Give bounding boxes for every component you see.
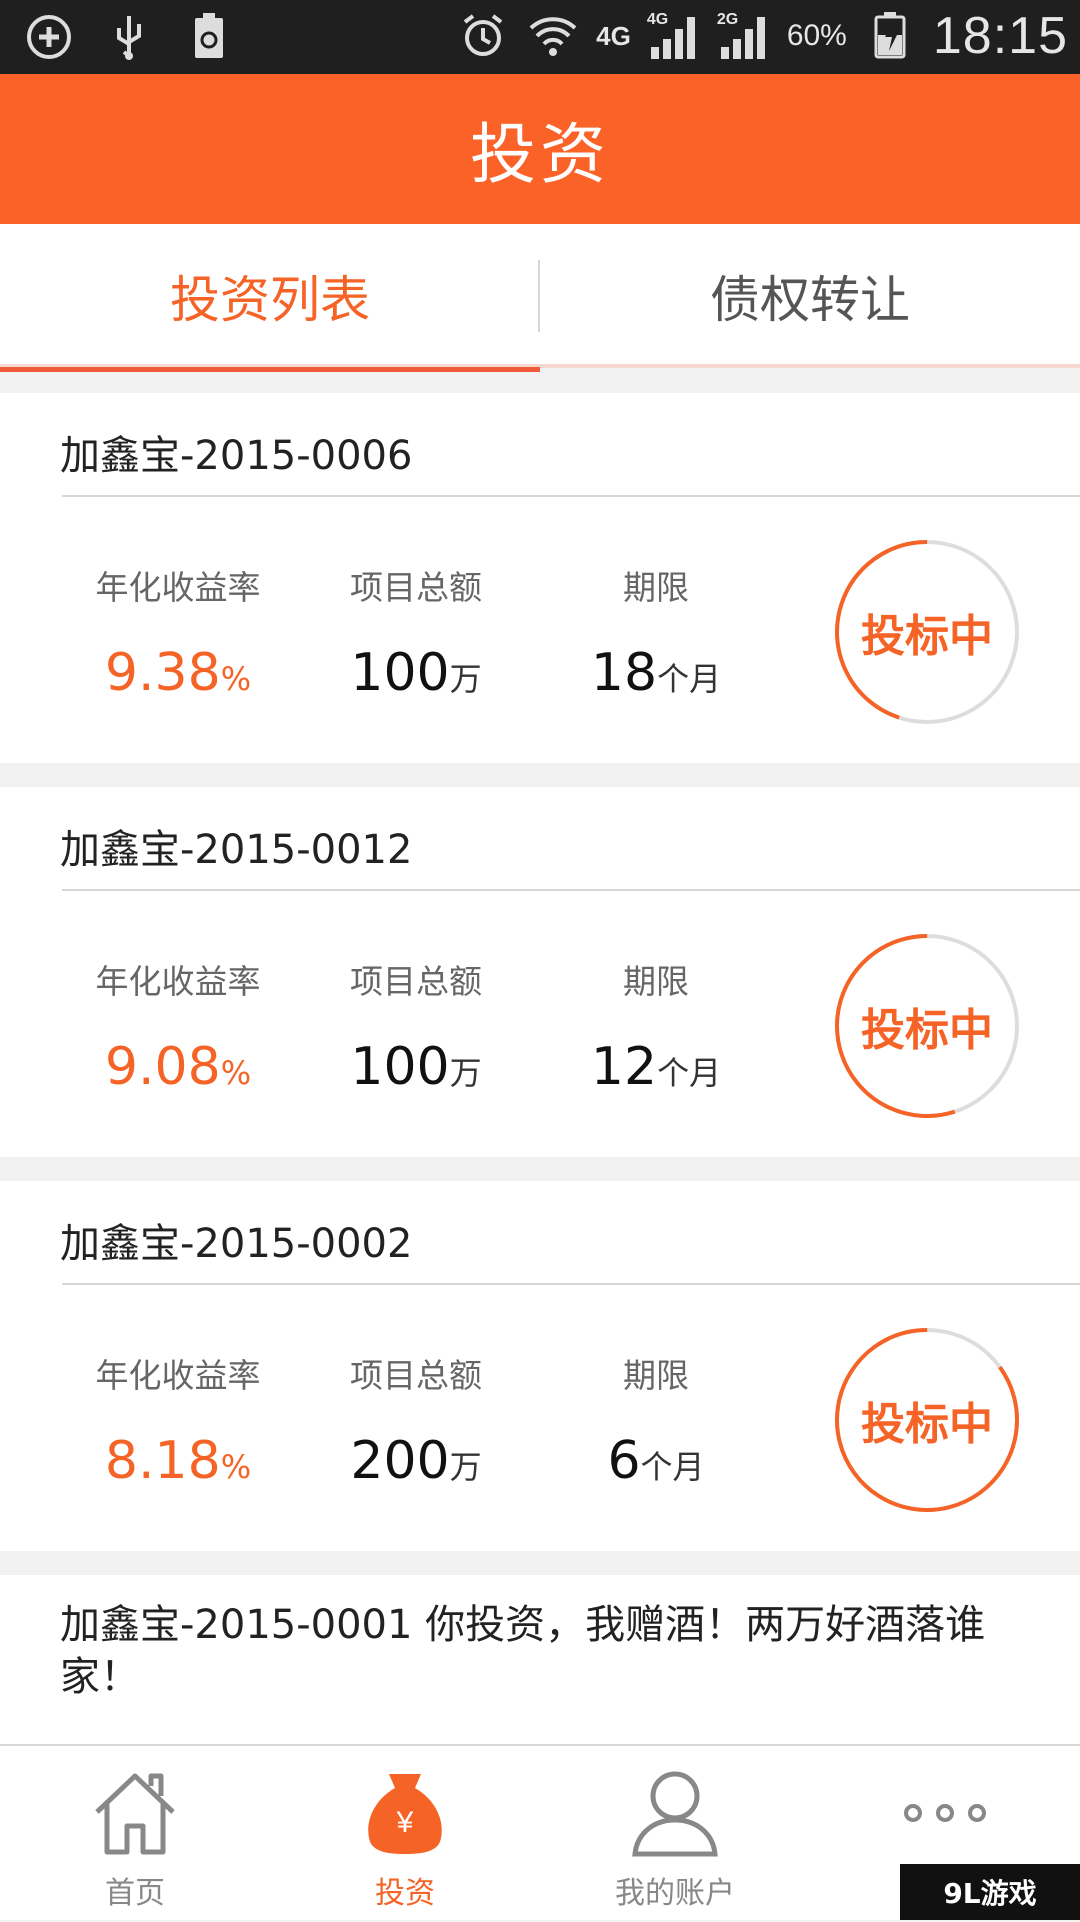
rate-column: 年化收益率 8.18% bbox=[78, 1349, 278, 1491]
amount-label: 项目总额 bbox=[350, 568, 482, 607]
term-label: 期限 bbox=[623, 568, 689, 607]
rate-value: 8.18% bbox=[78, 1431, 278, 1491]
bid-status-label: 投标中 bbox=[861, 611, 993, 662]
watermark: 9L游戏 bbox=[900, 1864, 1080, 1920]
app-header: 投资 bbox=[0, 74, 1080, 224]
card-divider bbox=[62, 495, 1080, 497]
project-list: 加鑫宝-2015-0006 年化收益率 9.38% 项目总额 100万 期限 1… bbox=[0, 393, 1080, 1755]
bid-status-label: 投标中 bbox=[861, 1399, 993, 1450]
rate-label: 年化收益率 bbox=[95, 962, 261, 1001]
amount-label: 项目总额 bbox=[350, 962, 482, 1001]
term-label: 期限 bbox=[623, 1356, 689, 1395]
project-card[interactable]: 加鑫宝-2015-0012 年化收益率 9.08% 项目总额 100万 期限 1… bbox=[0, 787, 1080, 1157]
project-card[interactable]: 加鑫宝-2015-0001 你投资，我赠酒！两万好酒落谁家！ bbox=[0, 1575, 1080, 1755]
battery-charging-icon bbox=[863, 9, 917, 63]
signal-2g-icon: 2G bbox=[717, 11, 771, 61]
nav-invest[interactable]: ¥ 投资 bbox=[270, 1746, 540, 1922]
wifi-icon bbox=[526, 9, 580, 63]
nav-account[interactable]: 我的账户 bbox=[540, 1746, 810, 1922]
project-title: 加鑫宝-2015-0006 bbox=[60, 433, 413, 479]
signal-2g-label: 2G bbox=[716, 11, 739, 28]
home-icon bbox=[85, 1768, 185, 1858]
term-value: 18个月 bbox=[566, 643, 746, 703]
tab-debt-transfer[interactable]: 债权转让 bbox=[540, 224, 1080, 368]
rate-unit: % bbox=[220, 660, 252, 698]
card-divider bbox=[62, 1283, 1080, 1285]
term-label: 期限 bbox=[623, 962, 689, 1001]
rate-label: 年化收益率 bbox=[95, 1356, 261, 1395]
nav-invest-label: 投资 bbox=[375, 1876, 435, 1911]
tab-investment-list[interactable]: 投资列表 bbox=[0, 224, 540, 372]
tab-bar: 投资列表 债权转让 bbox=[0, 224, 1080, 372]
svg-text:¥: ¥ bbox=[396, 1806, 414, 1839]
nav-home[interactable]: 首页 bbox=[0, 1746, 270, 1922]
rate-label: 年化收益率 bbox=[95, 568, 261, 607]
bottom-nav: 首页 ¥ 投资 我的账户 更 9L游戏 bbox=[0, 1744, 1080, 1920]
rate-number: 9.08 bbox=[104, 1037, 221, 1097]
network-type: 4G bbox=[596, 20, 631, 51]
amount-column: 项目总额 100万 bbox=[326, 561, 506, 703]
alarm-icon bbox=[456, 9, 510, 63]
usb-icon bbox=[102, 10, 156, 64]
status-bar: 4G 4G 2G 60% 18:15 bbox=[0, 0, 1080, 74]
amount-number: 200 bbox=[350, 1431, 450, 1491]
amount-value: 200万 bbox=[326, 1431, 506, 1491]
term-number: 18 bbox=[590, 643, 658, 703]
amount-number: 100 bbox=[350, 1037, 450, 1097]
term-value: 12个月 bbox=[566, 1037, 746, 1097]
amount-value: 100万 bbox=[326, 643, 506, 703]
term-number: 6 bbox=[607, 1431, 641, 1491]
term-number: 12 bbox=[590, 1037, 658, 1097]
term-value: 6个月 bbox=[566, 1431, 746, 1491]
rate-unit: % bbox=[220, 1054, 252, 1092]
page-title: 投资 bbox=[470, 116, 610, 193]
amount-label: 项目总额 bbox=[350, 1356, 482, 1395]
amount-unit: 万 bbox=[449, 1448, 482, 1486]
amount-column: 项目总额 200万 bbox=[326, 1349, 506, 1491]
amount-unit: 万 bbox=[449, 660, 482, 698]
project-card[interactable]: 加鑫宝-2015-0002 年化收益率 8.18% 项目总额 200万 期限 6… bbox=[0, 1181, 1080, 1551]
rate-value: 9.08% bbox=[78, 1037, 278, 1097]
term-column: 期限 6个月 bbox=[566, 1349, 746, 1491]
money-bag-icon: ¥ bbox=[355, 1768, 455, 1858]
more-icon bbox=[895, 1768, 995, 1858]
rate-number: 8.18 bbox=[104, 1431, 221, 1491]
term-column: 期限 12个月 bbox=[566, 955, 746, 1097]
signal-4g-icon: 4G bbox=[647, 11, 701, 61]
amount-column: 项目总额 100万 bbox=[326, 955, 506, 1097]
amount-value: 100万 bbox=[326, 1037, 506, 1097]
progress-ring[interactable]: 投标中 bbox=[832, 1325, 1022, 1515]
rate-column: 年化收益率 9.38% bbox=[78, 561, 278, 703]
project-title: 加鑫宝-2015-0001 你投资，我赠酒！两万好酒落谁家！ bbox=[60, 1602, 986, 1700]
term-unit: 个月 bbox=[657, 660, 722, 698]
rate-number: 9.38 bbox=[104, 643, 221, 703]
add-circle-icon bbox=[22, 10, 76, 64]
rate-unit: % bbox=[220, 1448, 252, 1486]
term-column: 期限 18个月 bbox=[566, 561, 746, 703]
project-title: 加鑫宝-2015-0012 bbox=[60, 827, 413, 873]
nav-account-label: 我的账户 bbox=[615, 1876, 735, 1911]
nav-home-label: 首页 bbox=[105, 1876, 165, 1911]
progress-ring[interactable]: 投标中 bbox=[832, 931, 1022, 1121]
term-unit: 个月 bbox=[657, 1054, 722, 1092]
user-icon bbox=[625, 1768, 725, 1858]
recycle-battery-icon bbox=[182, 10, 236, 64]
project-title: 加鑫宝-2015-0002 bbox=[60, 1221, 413, 1267]
amount-unit: 万 bbox=[449, 1054, 482, 1092]
rate-value: 9.38% bbox=[78, 643, 278, 703]
bid-status-label: 投标中 bbox=[861, 1005, 993, 1056]
status-time: 18:15 bbox=[932, 7, 1068, 65]
project-card[interactable]: 加鑫宝-2015-0006 年化收益率 9.38% 项目总额 100万 期限 1… bbox=[0, 393, 1080, 763]
card-divider bbox=[62, 889, 1080, 891]
battery-percent: 60% bbox=[786, 19, 847, 52]
signal-4g-label: 4G bbox=[646, 11, 669, 28]
rate-column: 年化收益率 9.08% bbox=[78, 955, 278, 1097]
progress-ring[interactable]: 投标中 bbox=[832, 537, 1022, 727]
term-unit: 个月 bbox=[640, 1448, 705, 1486]
amount-number: 100 bbox=[350, 643, 450, 703]
